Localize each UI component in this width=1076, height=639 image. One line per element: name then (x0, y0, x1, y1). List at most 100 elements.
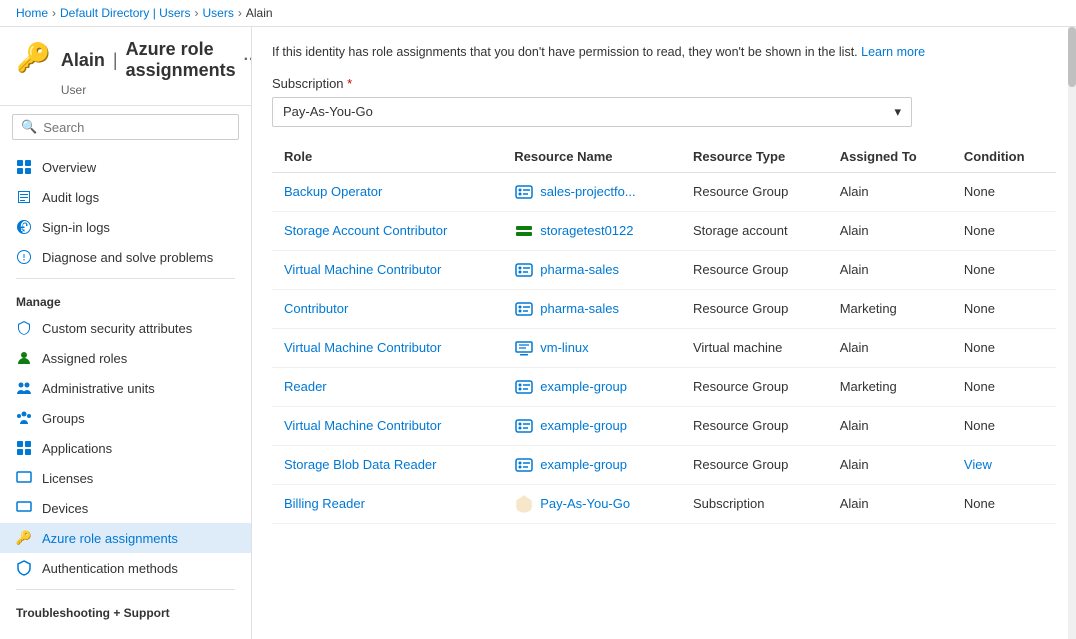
role-cell: Backup Operator (272, 172, 502, 211)
resource-type-cell: Resource Group (681, 445, 828, 484)
assigned-roles-label: Assigned roles (42, 351, 127, 366)
sidebar-item-diagnose[interactable]: Diagnose and solve problems (0, 242, 251, 272)
resource-name-link[interactable]: vm-linux (540, 340, 588, 355)
sidebar-item-groups[interactable]: Groups (0, 403, 251, 433)
condition-cell: View (952, 445, 1056, 484)
subscription-dropdown[interactable]: Pay-As-You-Go ▾ (272, 97, 912, 127)
auth-methods-icon (16, 560, 32, 576)
resource-name-link[interactable]: Pay-As-You-Go (540, 496, 630, 511)
custom-security-label: Custom security attributes (42, 321, 192, 336)
sidebar-item-assigned-roles[interactable]: Assigned roles (0, 343, 251, 373)
azure-roles-icon: 🔑 (16, 530, 32, 546)
admin-units-icon (16, 380, 32, 396)
sidebar: 🔑 Alain | Azure role assignments ··· Use… (0, 27, 252, 639)
resource-icon (514, 377, 534, 397)
auth-methods-label: Authentication methods (42, 561, 178, 576)
overview-icon (16, 159, 32, 175)
resource-icon (514, 494, 534, 514)
more-options-button[interactable]: ··· (244, 51, 252, 69)
breadcrumb-directory[interactable]: Default Directory | Users (60, 6, 190, 20)
sidebar-item-admin-units[interactable]: Administrative units (0, 373, 251, 403)
resource-name-link[interactable]: example-group (540, 457, 627, 472)
diagnose-label: Diagnose and solve problems (42, 250, 213, 265)
breadcrumb: Home › Default Directory | Users › Users… (0, 0, 1076, 27)
resource-icon (514, 299, 534, 319)
condition-cell: None (952, 484, 1056, 523)
sidebar-item-audit-logs[interactable]: Audit logs (0, 182, 251, 212)
search-box: 🔍 (12, 114, 239, 140)
sidebar-item-azure-roles[interactable]: 🔑 Azure role assignments (0, 523, 251, 553)
search-input[interactable] (43, 120, 230, 135)
role-link[interactable]: Reader (284, 379, 327, 394)
condition-view-link[interactable]: View (964, 457, 992, 472)
condition-cell: None (952, 289, 1056, 328)
role-link[interactable]: Virtual Machine Contributor (284, 340, 441, 355)
resource-name-link[interactable]: pharma-sales (540, 301, 619, 316)
content-area: If this identity has role assignments th… (252, 27, 1076, 639)
applications-icon (16, 440, 32, 456)
sidebar-item-devices[interactable]: Devices (0, 493, 251, 523)
sidebar-item-signin-logs[interactable]: Sign-in logs (0, 212, 251, 242)
licenses-label: Licenses (42, 471, 93, 486)
resource-name-link[interactable]: storagetest0122 (540, 223, 633, 238)
sidebar-item-licenses[interactable]: Licenses (0, 463, 251, 493)
audit-logs-label: Audit logs (42, 190, 99, 205)
condition-cell: None (952, 172, 1056, 211)
scrollbar-track (1068, 27, 1076, 639)
resource-icon (514, 455, 534, 475)
nav-divider (16, 278, 235, 279)
resource-name-link[interactable]: sales-projectfo... (540, 184, 635, 199)
devices-label: Devices (42, 501, 88, 516)
assigned-to-cell: Alain (828, 250, 952, 289)
role-cell: Virtual Machine Contributor (272, 328, 502, 367)
resource-name-link[interactable]: example-group (540, 379, 627, 394)
resource-type-cell: Virtual machine (681, 328, 828, 367)
role-assignments-table: Role Resource Name Resource Type Assigne… (272, 141, 1056, 524)
role-cell: Storage Blob Data Reader (272, 445, 502, 484)
header-key-icon: 🔑 (16, 41, 51, 74)
role-link[interactable]: Contributor (284, 301, 348, 316)
scrollbar-thumb[interactable] (1068, 27, 1076, 87)
overview-label: Overview (42, 160, 96, 175)
role-link[interactable]: Virtual Machine Contributor (284, 262, 441, 277)
role-link[interactable]: Backup Operator (284, 184, 382, 199)
col-assigned-to: Assigned To (828, 141, 952, 173)
resource-name-cell: example-group (502, 406, 681, 445)
table-row: Reader example-group Resource Group Mark… (272, 367, 1056, 406)
resource-name-cell: storagetest0122 (502, 211, 681, 250)
assigned-roles-icon (16, 350, 32, 366)
resource-name-cell: Pay-As-You-Go (502, 484, 681, 523)
audit-icon (16, 189, 32, 205)
sidebar-item-custom-security[interactable]: Custom security attributes (0, 313, 251, 343)
content-body: If this identity has role assignments th… (252, 27, 1076, 639)
resource-icon (514, 260, 534, 280)
required-marker: * (347, 76, 352, 91)
sidebar-nav: Overview Audit logs Sign-in logs Diagnos… (0, 148, 251, 639)
role-cell: Virtual Machine Contributor (272, 250, 502, 289)
condition-cell: None (952, 211, 1056, 250)
subscription-section: Subscription * Pay-As-You-Go ▾ (272, 76, 1056, 127)
breadcrumb-users[interactable]: Users (203, 6, 234, 20)
assigned-to-cell: Alain (828, 445, 952, 484)
role-link[interactable]: Virtual Machine Contributor (284, 418, 441, 433)
breadcrumb-home[interactable]: Home (16, 6, 48, 20)
table-row: Contributor pharma-sales Resource Group … (272, 289, 1056, 328)
assigned-to-cell: Alain (828, 211, 952, 250)
resource-name-link[interactable]: pharma-sales (540, 262, 619, 277)
admin-units-label: Administrative units (42, 381, 155, 396)
resource-name-cell: example-group (502, 367, 681, 406)
sidebar-item-auth-methods[interactable]: Authentication methods (0, 553, 251, 583)
page-title: Alain | Azure role assignments ··· (61, 39, 252, 81)
role-link[interactable]: Storage Account Contributor (284, 223, 447, 238)
sidebar-item-overview[interactable]: Overview (0, 152, 251, 182)
role-link[interactable]: Storage Blob Data Reader (284, 457, 436, 472)
table-row: Virtual Machine Contributor example-grou… (272, 406, 1056, 445)
resource-name-link[interactable]: example-group (540, 418, 627, 433)
groups-label: Groups (42, 411, 85, 426)
resource-type-cell: Resource Group (681, 367, 828, 406)
breadcrumb-sep-1: › (52, 6, 56, 20)
role-cell: Storage Account Contributor (272, 211, 502, 250)
role-link[interactable]: Billing Reader (284, 496, 365, 511)
learn-more-link[interactable]: Learn more (861, 45, 925, 59)
sidebar-item-applications[interactable]: Applications (0, 433, 251, 463)
